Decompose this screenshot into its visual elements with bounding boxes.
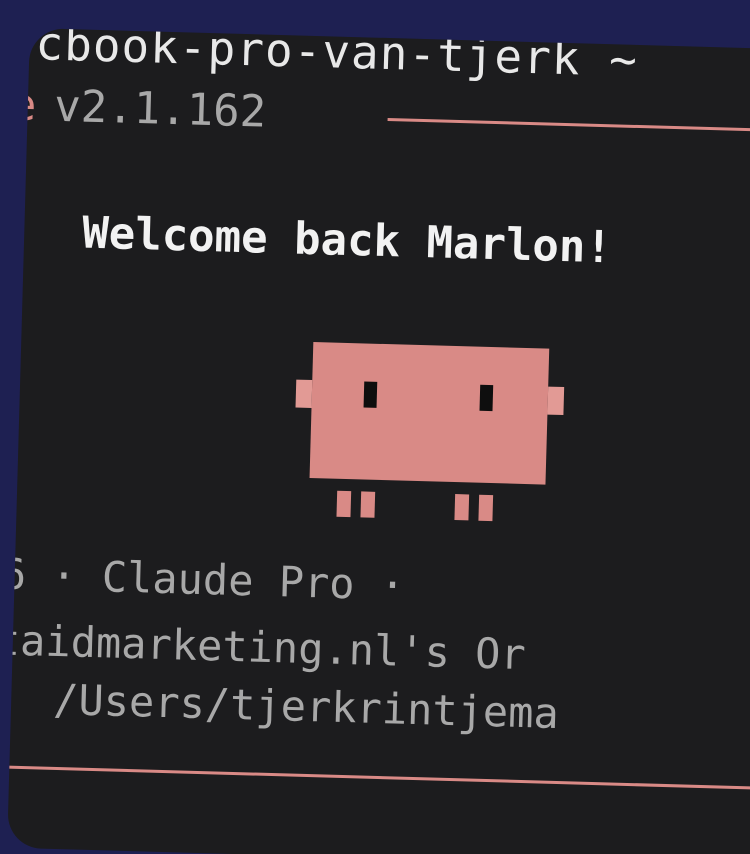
header-divider [387,118,750,133]
organization-info: taidmarketing.nl's Or [7,615,527,680]
footer-divider [7,765,750,791]
mascot-right-arm [547,386,565,416]
welcome-message: Welcome back Marlon! [81,207,613,274]
mascot-right-eye [479,384,494,412]
plan-info: 6 · Claude Pro · [7,549,406,610]
mascot-left-arm [295,379,313,409]
app-name: e [9,79,38,132]
mascot-leg [454,494,470,521]
screenshot-stage: cbook-pro-van-tjerk ~ e v2.1.162 Welcome… [0,0,750,854]
pixel-creature-icon [288,341,593,539]
version-row: e v2.1.162 [9,79,267,137]
terminal-title: cbook-pro-van-tjerk ~ [34,28,639,87]
working-directory: /Users/tjerkrintjema [52,674,560,739]
version-label: v2.1.162 [53,80,267,138]
mascot-leg [360,491,376,518]
mascot-left-eye [363,381,378,408]
mascot-leg [336,490,352,518]
mascot-leg [478,494,494,522]
terminal-window[interactable]: cbook-pro-van-tjerk ~ e v2.1.162 Welcome… [7,28,750,854]
mascot-body [309,342,550,485]
